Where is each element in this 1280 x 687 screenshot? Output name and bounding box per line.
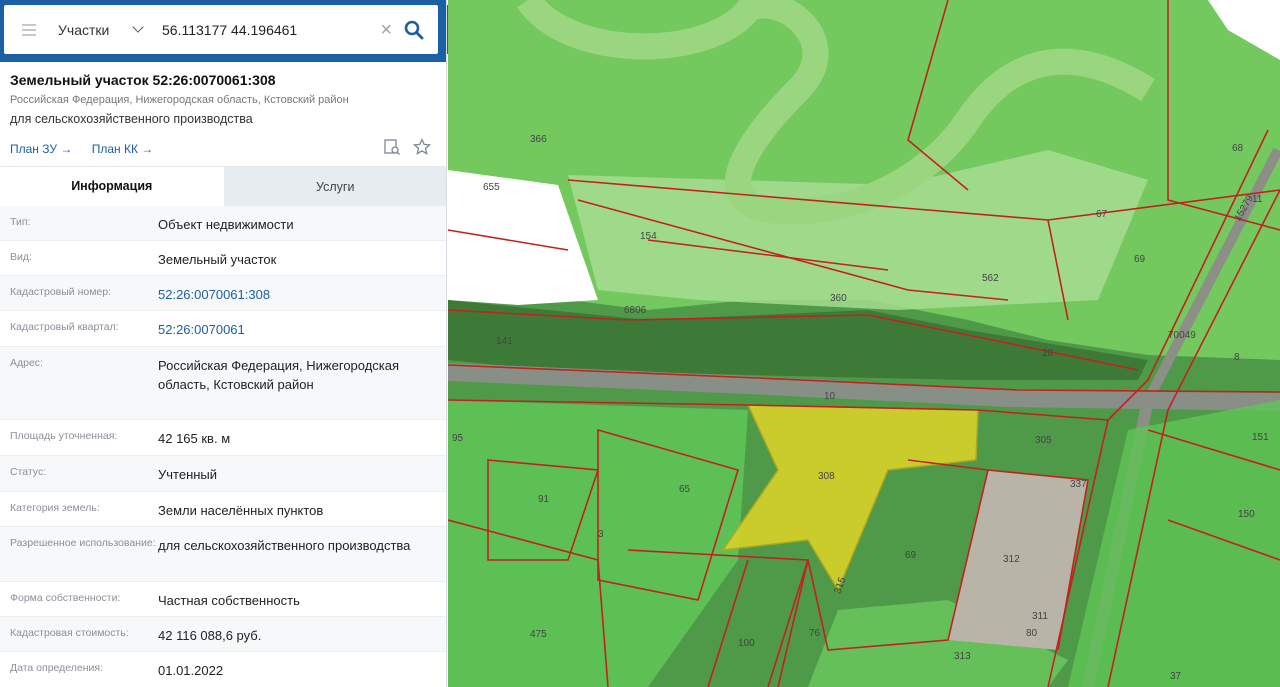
report-icon[interactable] — [383, 138, 401, 156]
search-type-select[interactable]: Участки — [58, 22, 128, 38]
map-label: 655 — [483, 182, 500, 193]
map-label: 37 — [1170, 671, 1182, 682]
info-tabs: Информация Услуги — [0, 166, 446, 206]
search-icon[interactable] — [404, 20, 424, 40]
map-label: 28 — [1042, 348, 1054, 359]
parcel-use: для сельскохозяйственного производства — [10, 112, 253, 126]
map-label: 80 — [1026, 628, 1038, 639]
info-label: Площадь уточненная: — [10, 430, 118, 442]
info-row-area: Площадь уточненная: 42 165 кв. м — [0, 420, 446, 456]
map-label: 141 — [496, 336, 513, 347]
info-row-date: Дата определения: 01.01.2022 — [0, 652, 446, 687]
search-input[interactable]: 56.113177 44.196461 — [162, 22, 380, 38]
menu-icon[interactable] — [22, 23, 36, 36]
map-label: 313 — [954, 651, 971, 662]
info-row-ownership: Форма собственности: Частная собственнос… — [0, 582, 446, 617]
map-label: 65 — [679, 484, 691, 495]
info-label: Дата определения: — [10, 662, 103, 674]
info-row-cad-quarter: Кадастровый квартал: 52:26:0070061 — [0, 311, 446, 347]
cadastral-map[interactable]: 366 655 154 6806 360 562 67 69 68 11 152… — [448, 0, 1280, 687]
info-label: Тип: — [10, 216, 31, 228]
cad-quarter-link[interactable]: 52:26:0070061 — [158, 311, 446, 346]
clear-icon[interactable]: × — [380, 20, 392, 40]
map-label: 3 — [598, 529, 604, 540]
map-label: 100 — [738, 638, 755, 649]
info-label: Кадастровый номер: — [10, 286, 112, 298]
plan-kk-link[interactable]: План КК → — [92, 142, 154, 156]
map-label: 150 — [1238, 509, 1255, 520]
map-label: 154 — [640, 231, 657, 242]
tab-services[interactable]: Услуги — [223, 167, 446, 206]
map-label: 562 — [982, 273, 999, 284]
info-table: Тип: Объект недвижимости Вид: Земельный … — [0, 206, 446, 687]
chevron-down-icon[interactable] — [132, 21, 144, 33]
map-label: 360 — [830, 293, 847, 304]
map-label: 8 — [1234, 352, 1240, 363]
info-row-permitted-use: Разрешенное использование: для сельскохо… — [0, 527, 446, 582]
tab-information[interactable]: Информация — [0, 167, 224, 206]
info-value: Объект недвижимости — [158, 217, 294, 232]
map-label: 95 — [452, 433, 464, 444]
map-label: 69 — [905, 550, 917, 561]
info-value: Земельный участок — [158, 252, 277, 267]
info-row-cad-number: Кадастровый номер: 52:26:0070061:308 — [0, 276, 446, 311]
info-label: Кадастровая стоимость: — [10, 627, 129, 639]
map-label: 67 — [1096, 209, 1108, 220]
info-value: 01.01.2022 — [158, 663, 224, 678]
map-label: 76 — [809, 628, 821, 639]
info-value: 42 116 088,6 руб. — [158, 628, 262, 643]
info-label: Статус: — [10, 466, 47, 478]
info-value: Российская Федерация, Нижегородская обла… — [158, 358, 400, 392]
map-label: 70049 — [1168, 330, 1196, 341]
parcel-address: Российская Федерация, Нижегородская обла… — [10, 94, 349, 106]
map-label: 312 — [1003, 554, 1020, 565]
search-bar: Участки 56.113177 44.196461 × — [0, 0, 446, 62]
info-row-cad-cost: Кадастровая стоимость: 42 116 088,6 руб. — [0, 617, 446, 652]
info-row-status: Статус: Учтенный — [0, 456, 446, 492]
info-row-kind: Вид: Земельный участок — [0, 241, 446, 276]
search-box: Участки 56.113177 44.196461 × — [4, 5, 438, 54]
info-label: Разрешенное использование: — [10, 537, 156, 549]
info-row-category: Категория земель: Земли населённых пункт… — [0, 492, 446, 527]
info-value: для сельскохозяйственного производства — [158, 538, 411, 553]
info-value: Земли населённых пунктов — [158, 503, 324, 518]
info-label: Форма собственности: — [10, 592, 121, 604]
map-label: 475 — [530, 629, 547, 640]
plan-zu-link[interactable]: План ЗУ → — [10, 142, 72, 156]
info-label: Адрес: — [10, 357, 43, 369]
map-label: 366 — [530, 134, 547, 145]
map-label: 311 — [1032, 611, 1048, 622]
map-label: 151 — [1252, 432, 1269, 443]
info-value: Частная собственность — [158, 593, 300, 608]
cad-number-link[interactable]: 52:26:0070061:308 — [158, 276, 446, 310]
map-label: 10 — [824, 391, 836, 402]
info-label: Кадастровый квартал: — [10, 321, 119, 333]
info-label: Вид: — [10, 251, 32, 263]
parcel-title: Земельный участок 52:26:0070061:308 — [10, 72, 276, 88]
info-row-type: Тип: Объект недвижимости — [0, 206, 446, 241]
map-label: 91 — [538, 494, 550, 505]
parcel-header: Земельный участок 52:26:0070061:308 Росс… — [10, 72, 440, 156]
map-label: 305 — [1035, 435, 1052, 446]
map-label: 69 — [1134, 254, 1146, 265]
map-label: 308 — [818, 471, 835, 482]
info-value: Учтенный — [158, 467, 218, 482]
map-label: 337 — [1070, 479, 1087, 490]
map-label: 68 — [1232, 143, 1244, 154]
star-icon[interactable] — [413, 138, 431, 156]
map-canvas[interactable]: 366 655 154 6806 360 562 67 69 68 11 152… — [448, 0, 1280, 687]
info-row-address: Адрес: Российская Федерация, Нижегородск… — [0, 347, 446, 420]
info-value: 42 165 кв. м — [158, 431, 231, 446]
map-label: 6806 — [624, 305, 647, 316]
info-panel: Участки 56.113177 44.196461 × Земельный … — [0, 0, 447, 687]
info-label: Категория земель: — [10, 502, 100, 514]
